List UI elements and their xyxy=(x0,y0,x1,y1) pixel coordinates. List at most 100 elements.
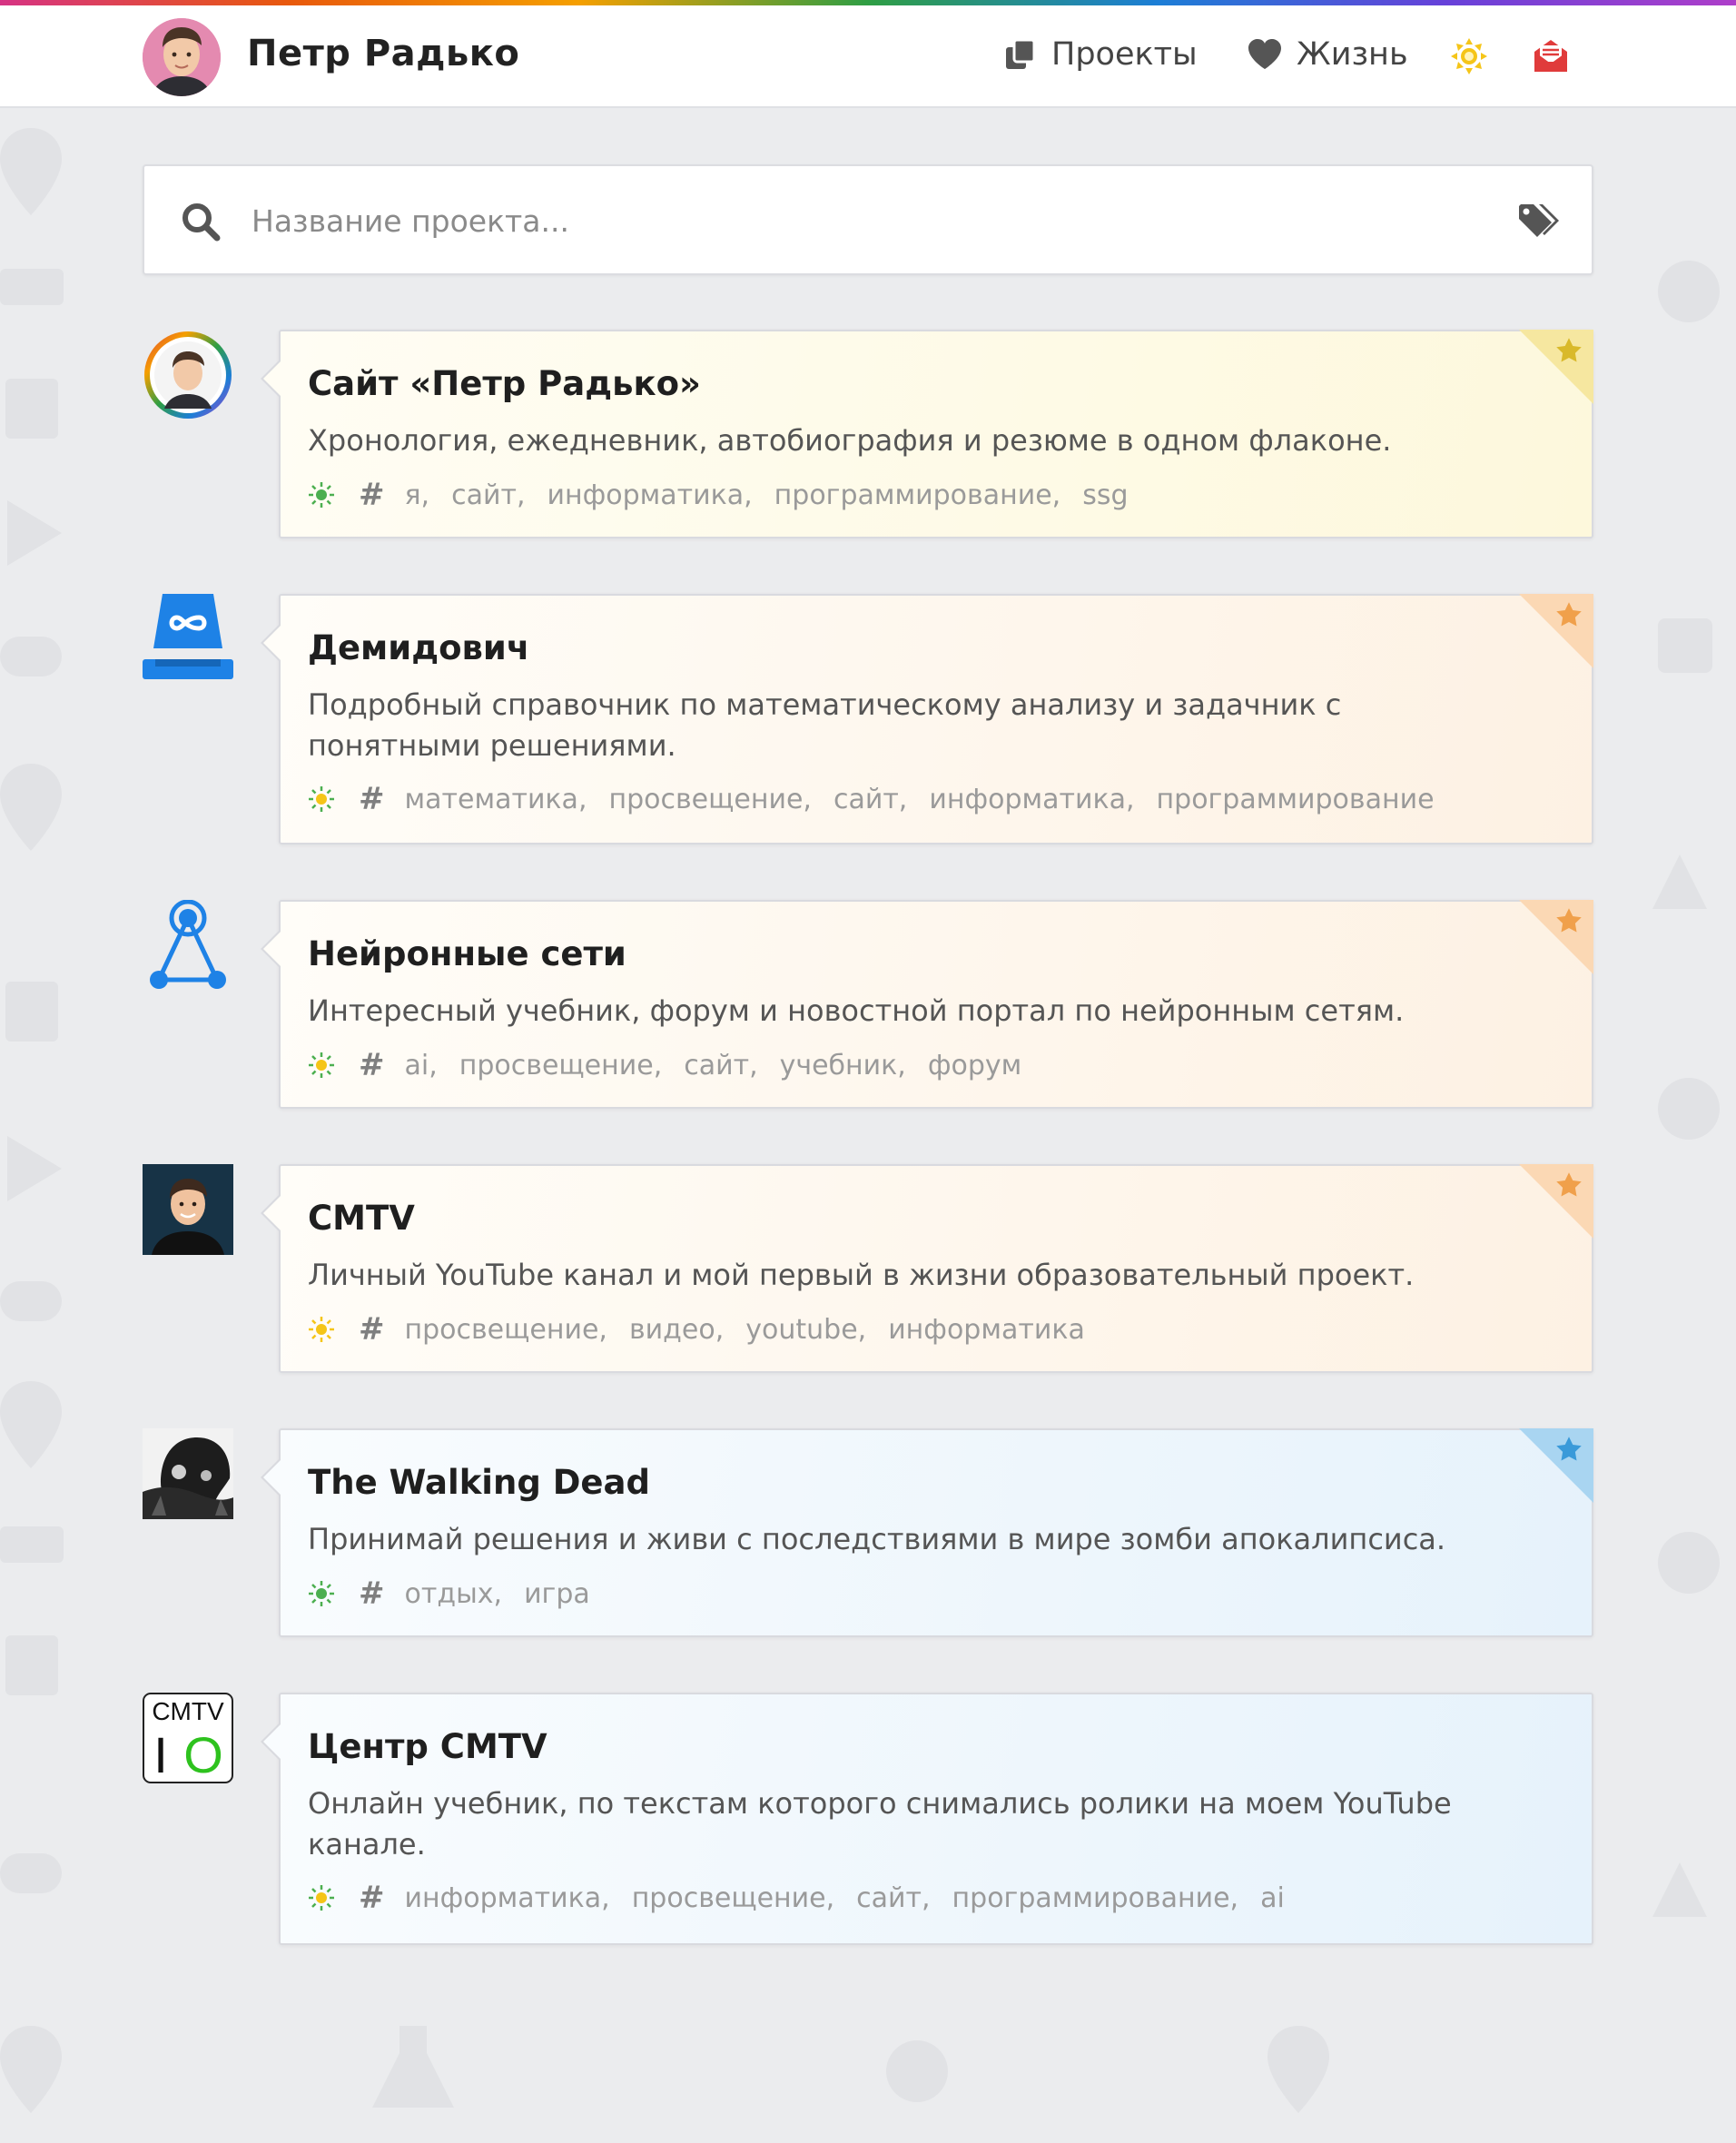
project-card[interactable]: Центр CMTV Онлайн учебник, по текстам ко… xyxy=(261,1693,1593,1945)
sun-status-icon xyxy=(309,1885,334,1911)
tag[interactable]: информатика, xyxy=(405,1882,610,1914)
tag[interactable]: я, xyxy=(405,479,430,511)
project-card[interactable]: Нейронные сети Интересный учебник, форум… xyxy=(261,900,1593,1109)
tag[interactable]: программирование, xyxy=(774,479,1061,511)
star-icon xyxy=(1556,1172,1582,1197)
nav-projects[interactable]: Проекты xyxy=(1004,36,1198,73)
project-logo[interactable] xyxy=(143,1164,233,1255)
project-tags: # ai, просвещение, сайт, учебник, форум xyxy=(308,1047,1043,1083)
search-input[interactable] xyxy=(252,192,1504,250)
project-card[interactable]: Демидович Подробный справочник по матема… xyxy=(261,594,1593,844)
hashtag-icon: # xyxy=(359,1311,385,1348)
nav-life-label: Жизнь xyxy=(1297,36,1408,73)
tag[interactable]: сайт, xyxy=(833,784,907,815)
project-description: Онлайн учебник, по текстам которого сним… xyxy=(308,1786,1452,1862)
project-title: Нейронные сети xyxy=(308,934,626,973)
project-item: Нейронные сети Интересный учебник, форум… xyxy=(143,899,1593,1109)
portrait-photo-icon xyxy=(143,1164,233,1255)
project-description: Хронология, ежедневник, автобиография и … xyxy=(308,423,1392,458)
project-tags: # информатика, просвещение, сайт, програ… xyxy=(308,1880,1307,1916)
hashtag-icon: # xyxy=(359,477,385,513)
project-title: The Walking Dead xyxy=(308,1463,650,1502)
walking-dead-logo-icon xyxy=(143,1428,233,1519)
project-logo[interactable] xyxy=(143,1428,233,1519)
tag[interactable]: видео, xyxy=(629,1314,724,1346)
tag[interactable]: игра xyxy=(524,1578,590,1610)
avatar-rainbow-ring-icon xyxy=(144,331,232,419)
project-tags: # отдых, игра xyxy=(308,1575,612,1612)
tag[interactable]: программирование, xyxy=(952,1882,1239,1914)
project-title: Сайт «Петр Радько» xyxy=(308,364,701,403)
search-icon xyxy=(182,203,221,242)
tag[interactable]: программирование xyxy=(1157,784,1435,815)
project-logo[interactable]: CMTV I O xyxy=(143,1693,233,1783)
star-icon xyxy=(1556,602,1582,627)
svg-text:CMTV: CMTV xyxy=(152,1697,224,1725)
tag[interactable]: сайт, xyxy=(856,1882,930,1914)
face-portrait-icon xyxy=(143,18,221,96)
project-description: Интересный учебник, форум и новостной по… xyxy=(308,993,1405,1028)
heart-icon xyxy=(1248,39,1281,69)
tag[interactable]: ai xyxy=(1260,1882,1285,1914)
project-title: CMTV xyxy=(308,1199,415,1238)
project-item: CMTV Личный YouTube канал и мой первый в… xyxy=(143,1164,1593,1373)
tag[interactable]: отдых, xyxy=(405,1578,503,1610)
cmtv-io-logo-icon: CMTV I O xyxy=(143,1693,233,1783)
project-item: CMTV I O Центр CMTV Онлайн учебник, по т… xyxy=(143,1693,1593,1945)
project-logo[interactable] xyxy=(143,330,233,420)
mail-icon xyxy=(1534,40,1567,72)
tag[interactable]: просвещение, xyxy=(632,1882,834,1914)
project-item: The Walking Dead Принимай решения и живи… xyxy=(143,1428,1593,1637)
tag[interactable]: форум xyxy=(928,1050,1021,1081)
mail-button[interactable] xyxy=(1533,38,1569,74)
sun-icon xyxy=(1451,38,1487,74)
brand-avatar[interactable] xyxy=(143,18,221,96)
tag[interactable]: просвещение, xyxy=(608,784,811,815)
project-description: Подробный справочник по математическому … xyxy=(308,687,1342,763)
project-tags: # я, сайт, информатика, программирование… xyxy=(308,477,1150,513)
project-card[interactable]: The Walking Dead Принимай решения и живи… xyxy=(261,1428,1593,1637)
sun-status-icon xyxy=(309,786,334,812)
theme-toggle-button[interactable] xyxy=(1451,38,1487,74)
project-logo[interactable] xyxy=(143,899,233,991)
star-icon xyxy=(1556,908,1582,933)
star-icon xyxy=(1556,1437,1582,1461)
favorite-corner xyxy=(1519,1164,1593,1239)
tag[interactable]: учебник, xyxy=(780,1050,906,1081)
tags-icon[interactable] xyxy=(1517,201,1559,242)
nav-projects-label: Проекты xyxy=(1051,36,1198,73)
project-card[interactable]: Сайт «Петр Радько» Хронология, ежедневни… xyxy=(261,330,1593,538)
tag[interactable]: информатика, xyxy=(929,784,1134,815)
project-title: Демидович xyxy=(308,628,530,667)
project-tags: # просвещение, видео, youtube, информати… xyxy=(308,1311,1107,1348)
tag[interactable]: ssg xyxy=(1082,479,1128,511)
tag[interactable]: youtube, xyxy=(745,1314,866,1346)
project-card[interactable]: CMTV Личный YouTube канал и мой первый в… xyxy=(261,1164,1593,1373)
tag[interactable]: информатика, xyxy=(547,479,752,511)
copy-icon xyxy=(1006,38,1036,69)
brand-name[interactable]: Петр Радько xyxy=(247,33,519,74)
project-title: Центр CMTV xyxy=(308,1727,547,1766)
project-logo[interactable] xyxy=(143,594,233,685)
tag[interactable]: просвещение, xyxy=(459,1050,662,1081)
hashtag-icon: # xyxy=(359,1880,385,1916)
top-navbar: Петр Радько Проекты Жизнь xyxy=(0,5,1736,108)
network-triangle-logo-icon xyxy=(150,899,226,989)
project-item: Сайт «Петр Радько» Хронология, ежедневни… xyxy=(143,330,1593,538)
hashtag-icon: # xyxy=(359,781,385,817)
tag[interactable]: ai, xyxy=(405,1050,438,1081)
tag[interactable]: сайт, xyxy=(684,1050,757,1081)
infinity-bucket-logo-icon xyxy=(143,594,233,679)
sun-status-icon xyxy=(309,1581,334,1606)
svg-text:O: O xyxy=(183,1726,223,1783)
sun-status-icon xyxy=(309,1052,334,1078)
tag[interactable]: сайт, xyxy=(451,479,525,511)
tag[interactable]: просвещение, xyxy=(405,1314,607,1346)
project-description: Принимай решения и живи с последствиями … xyxy=(308,1522,1446,1556)
sun-status-icon xyxy=(309,1317,334,1342)
nav-life[interactable]: Жизнь xyxy=(1248,36,1408,73)
svg-text:I: I xyxy=(153,1726,168,1783)
favorite-corner xyxy=(1519,594,1593,668)
tag[interactable]: информатика xyxy=(888,1314,1085,1346)
tag[interactable]: математика, xyxy=(405,784,587,815)
